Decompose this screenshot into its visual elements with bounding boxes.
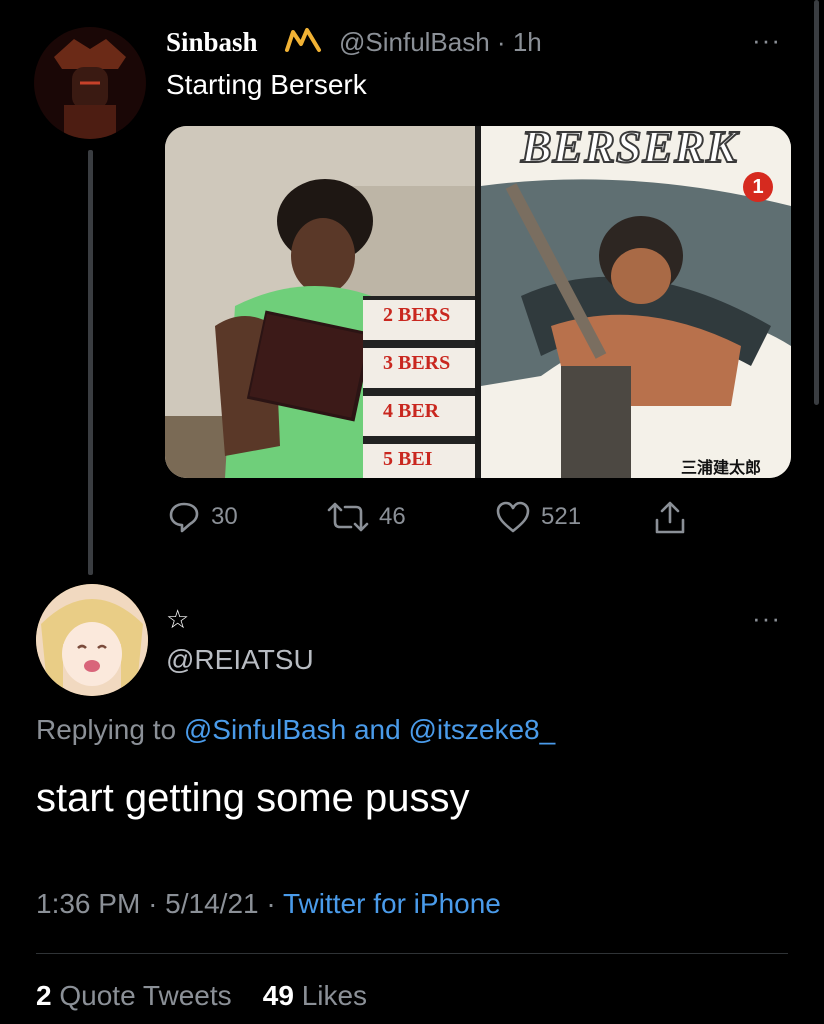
tweet-meta: 1:36 PM · 5/14/21 · Twitter for iPhone xyxy=(36,888,501,920)
quote-tweets-link[interactable]: 2 Quote Tweets xyxy=(36,980,232,1011)
share-button[interactable] xyxy=(653,500,687,536)
cover-author: 三浦建太郎 xyxy=(681,460,762,477)
quote-tweets-count: 2 xyxy=(36,980,52,1011)
retweet-count: 46 xyxy=(379,503,406,530)
like-count: 521 xyxy=(541,503,582,530)
media-manga-cover[interactable]: BERSERK 1 三浦建太郎 xyxy=(481,126,791,478)
likes-label: Likes xyxy=(301,980,368,1011)
replying-and[interactable]: and xyxy=(354,714,401,745)
replying-prefix: Replying to xyxy=(36,714,177,745)
author-name[interactable]: Sinbash xyxy=(166,27,258,58)
book-spine-label: 2 BERS xyxy=(383,304,451,326)
tweet-date[interactable]: 5/14/21 xyxy=(165,888,258,919)
tweet-source-link[interactable]: Twitter for iPhone xyxy=(283,888,501,919)
avatar-image xyxy=(34,27,146,139)
quote-tweets-label: Quote Tweets xyxy=(59,980,232,1011)
heart-icon xyxy=(496,501,530,533)
avatar[interactable] xyxy=(36,584,148,696)
handle-separator: · xyxy=(489,27,513,57)
cover-title: BERSERK xyxy=(520,126,738,173)
book-spine-label: 4 BER xyxy=(383,400,440,422)
reply-handle[interactable]: @REIATSU xyxy=(166,644,314,676)
retweet-icon xyxy=(327,502,369,532)
tweet-media[interactable]: 2 BERS 3 BERS 4 BER 5 BEI BERSERK 1 三浦建太… xyxy=(165,126,791,478)
mention-link[interactable]: @SinfulBash xyxy=(184,714,346,745)
book-stack: 2 BERS 3 BERS 4 BER 5 BEI xyxy=(363,296,475,478)
more-options-button[interactable]: ··· xyxy=(752,603,781,634)
author-handle-line[interactable]: @SinfulBash · 1h xyxy=(339,27,542,58)
crown-icon xyxy=(285,28,321,52)
reply-text: start getting some pussy xyxy=(36,776,470,820)
avatar-image xyxy=(36,584,148,696)
engagement-stats: 2 Quote Tweets 49 Likes xyxy=(36,980,367,1012)
reply-icon xyxy=(169,502,199,533)
replying-to-line: Replying to @SinfulBash and @itszeke8_ xyxy=(36,714,555,746)
more-options-button[interactable]: ··· xyxy=(752,25,781,56)
scrollbar[interactable] xyxy=(814,0,819,405)
tweet-time[interactable]: 1:36 PM xyxy=(36,888,140,919)
reply-button[interactable]: 30 xyxy=(167,500,238,534)
avatar[interactable] xyxy=(34,27,146,139)
likes-link[interactable]: 49 Likes xyxy=(263,980,367,1011)
likes-count: 49 xyxy=(262,980,294,1011)
volume-badge: 1 xyxy=(743,172,773,202)
reply-count: 30 xyxy=(211,503,238,530)
book-spine-label: 3 BERS xyxy=(383,352,451,374)
author-handle[interactable]: @SinfulBash xyxy=(339,27,490,57)
tweet-time-ago[interactable]: 1h xyxy=(513,27,542,57)
meta-separator: · xyxy=(266,888,283,919)
divider xyxy=(36,953,788,954)
tweet-text: Starting Berserk xyxy=(166,69,367,100)
like-button[interactable]: 521 xyxy=(495,500,581,534)
meta-separator: · xyxy=(148,888,166,919)
book-spine-label: 5 BEI xyxy=(383,448,433,470)
mention-link[interactable]: @itszeke8_ xyxy=(408,714,555,745)
media-photo-reader[interactable]: 2 BERS 3 BERS 4 BER 5 BEI xyxy=(165,126,475,478)
share-icon xyxy=(655,501,685,534)
retweet-button[interactable]: 46 xyxy=(327,500,406,534)
thread-line xyxy=(88,150,93,575)
display-name[interactable]: ☆ xyxy=(166,604,189,635)
